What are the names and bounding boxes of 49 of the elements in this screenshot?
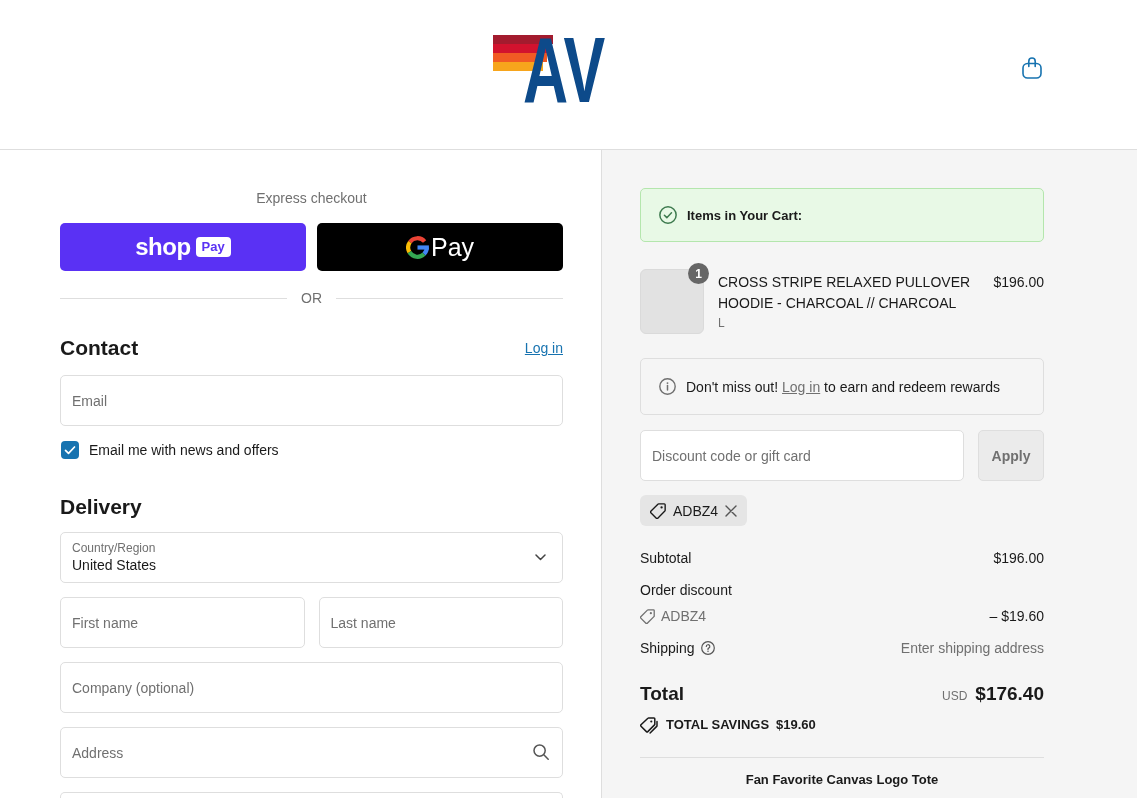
discount-code-field[interactable]: Discount code or gift card [640,430,964,481]
total-label: Total [640,682,684,706]
summary-label: Subtotal [640,549,692,568]
notice-title: Items in Your Cart: [687,207,803,223]
section-heading: Delivery [60,494,143,520]
currency-code: USD [941,689,968,703]
section-label: Express checkout [255,189,368,208]
chevron-down-icon [535,554,546,561]
shop-pay-button[interactable]: shop Pay [60,223,306,271]
quantity-badge: 1 [688,263,709,284]
discount-code: ADBZ4 [661,607,707,626]
input-field[interactable]: Company (optional) [60,662,563,713]
discount-value: – $19.60 [989,607,1044,626]
g-logo-icon [405,235,429,259]
total-amount: $176.40 [975,683,1044,704]
divider-label: OR [301,289,322,308]
savings-label: TOTAL SAVINGS [666,716,770,734]
search-icon[interactable] [533,744,549,760]
check-circle-icon [659,206,677,224]
login-link[interactable]: Log in [524,340,563,356]
product-price: $196.00 [993,273,1044,292]
google-pay-button[interactable]: Pay [317,223,563,271]
savings-amount: $19.60 [776,716,816,734]
double-tag-icon [640,716,658,734]
dropdown-field[interactable]: Country/Region United States [60,532,563,583]
input-field[interactable]: First name [60,597,305,648]
section-heading: Contact [60,335,139,361]
summary-value: $196.00 [993,549,1044,568]
address-field[interactable]: Address [60,727,563,778]
discount-code: ADBZ4 [673,502,719,519]
tag-icon [650,502,666,519]
shopping-bag-icon[interactable] [1022,57,1042,79]
summary-label: Shipping [640,639,695,658]
shipping-note: Enter shipping address [900,639,1044,658]
rewards-message: Don't miss out! Log in to earn and redeem rewards [686,378,1000,395]
tag-icon [640,608,655,624]
close-icon[interactable] [725,504,738,517]
email-field[interactable]: Email [60,375,563,426]
info-icon [659,378,676,395]
summary-label: Order discount [640,581,732,600]
input-field[interactable]: Last name [318,597,563,648]
upsell-title: Fan Favorite Canvas Logo Tote [744,771,940,789]
checkbox[interactable] [61,441,79,459]
product-variant: L [718,315,726,332]
help-icon[interactable] [700,641,715,655]
product-title: CROSS STRIPE RELAXED PULLOVER HOODIE - CHARCOAL // CHARCOAL [718,273,972,313]
brand-logo[interactable]: AV [493,17,617,123]
checkbox-label: Email me with news and offers [89,441,279,459]
login-link[interactable]: Log in [782,378,821,395]
